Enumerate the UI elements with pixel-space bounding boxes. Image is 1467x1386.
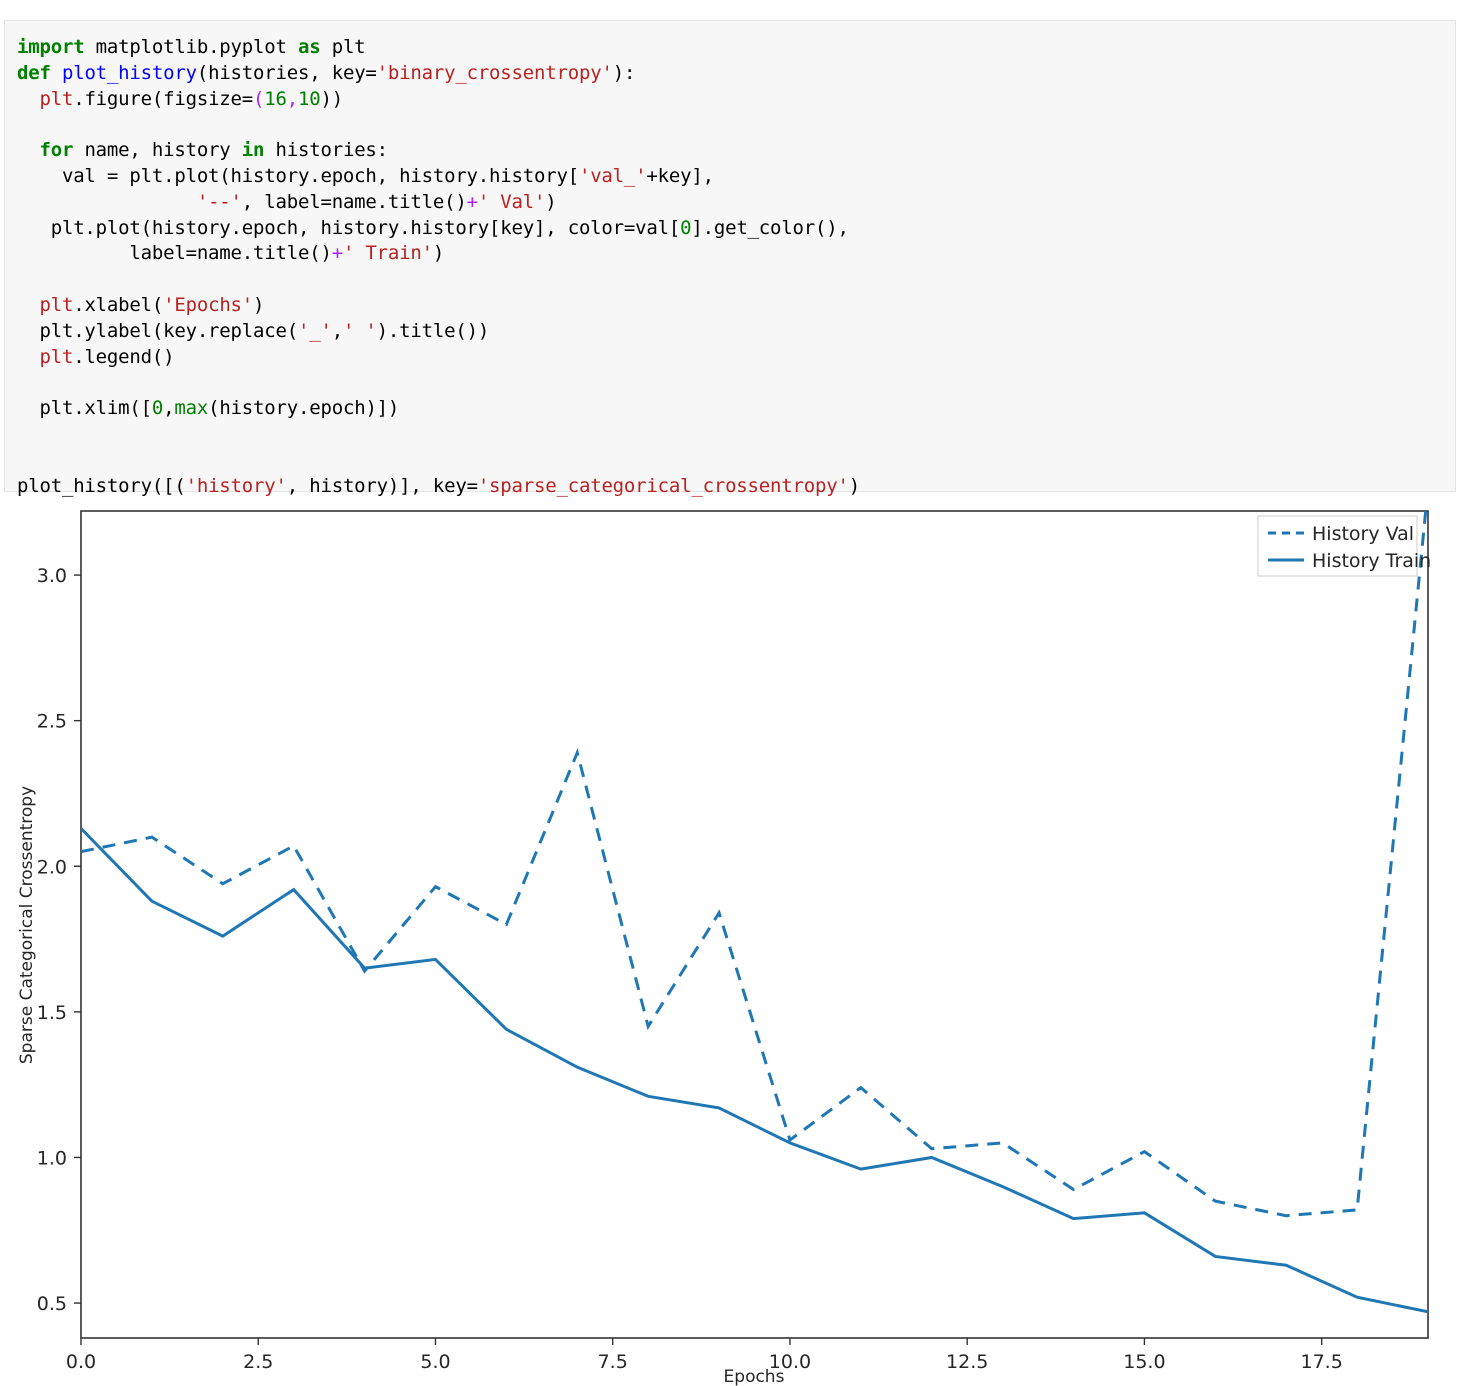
code-token: plt [39,293,74,316]
code-token: 16 [264,87,287,110]
y-axis-label: Sparse Categorical Crossentropy [17,786,37,1064]
x-tick-label: 12.5 [946,1351,988,1373]
code-token: +key], [646,164,714,187]
code-token: ' Val' [477,190,546,213]
x-axis-label: Epochs [724,1367,785,1386]
y-tick-label: 2.0 [37,856,67,878]
line-chart: 0.0 2.5 5.0 7.5 10.0 12.5 15.0 17.5 0.51.01.52.… [17,510,1431,1386]
plot-frame [80,510,1429,1339]
x-tick-label: 15.0 [1123,1351,1165,1373]
code-token: ].get_color(), [691,216,849,239]
code-token: plot_history [61,61,197,84]
code-token: plt.ylabel(key.replace( [17,319,298,342]
code-token: as [297,36,321,58]
code-token: '_' [297,319,332,342]
code-source-text[interactable]: import matplotlib.pyplot as plt def plot… [17,35,1455,499]
x-tick-label: 0.0 [66,1351,96,1373]
x-tick-label: 7.5 [598,1351,628,1373]
legend-label-history-val: History Val [1312,523,1414,545]
code-token: 'sparse_categorical_crossentropy' [477,474,849,497]
y-tick-label: 1.0 [37,1147,67,1169]
code-token: ) [848,474,860,497]
code-token: ) [545,190,557,213]
y-tick-label: 2.5 [37,711,67,733]
code-token: import [17,36,85,58]
code-token: '--' [196,190,242,213]
code-token: label=name.title() [17,242,332,265]
code-token: 'binary_crossentropy' [376,61,613,84]
code-token: )) [320,87,344,110]
notebook-output-page: import matplotlib.pyplot as plt def plot… [0,0,1467,1386]
legend-label-history-train: History Train [1312,550,1431,572]
code-token: , [286,87,299,110]
y-axis-ticks: 0.5 1.0 1.5 2.0 2.5 3.0 [37,565,81,1315]
code-token: 10 [298,87,321,110]
code-token: 'val_' [578,164,647,187]
matplotlib-figure: 0.0 2.5 5.0 7.5 10.0 12.5 15.0 17.5 0.5 1.0 1.5 2.… [0,498,1467,1386]
code-token: , history)], key= [286,474,478,497]
code-cell[interactable]: import matplotlib.pyplot as plt def plot… [4,20,1456,497]
code-token: .figure(figsize= [73,87,254,110]
code-token: 'Epochs' [163,293,254,316]
code-token: ( [253,87,265,110]
code-token: name, history [73,139,242,162]
code-token: ): [612,61,636,84]
x-tick-label: 17.5 [1301,1351,1343,1373]
code-token: (histories, key= [196,61,377,84]
code-token: , label=name.title() [241,190,467,213]
code-token: plt.xlim([ [17,397,152,420]
code-token: val = plt.plot(history.epoch, history.hi… [17,164,579,187]
x-tick-label: 5.0 [420,1351,450,1373]
code-token: 0 [151,397,164,420]
chart-legend[interactable]: History Val History Train [1257,515,1431,577]
code-token: max [174,397,209,420]
code-token: + [466,190,478,213]
code-token: ' ' [342,319,377,342]
code-token: def [17,61,51,84]
x-axis-ticks: 0.0 2.5 5.0 7.5 10.0 12.5 15.0 17.5 [66,1338,1343,1373]
code-token: , [331,319,343,342]
code-token: in [241,139,265,162]
y-tick-label: 0.5 [37,1293,67,1315]
x-tick-label: 2.5 [243,1351,273,1373]
code-token: 0 [680,216,692,239]
code-token: plt.plot(history.epoch, history.history[… [17,216,681,239]
code-token: plt [39,87,74,110]
code-token: plot_history([( [17,474,186,497]
y-tick-label: 3.0 [37,565,67,587]
code-token: histories: [264,139,389,162]
code-token: plt [39,345,74,368]
code-token: , [163,397,175,420]
code-token: .xlabel( [73,293,164,316]
code-token: (history.epoch)]) [208,397,400,420]
code-token: for [39,139,74,162]
code-token: ) [432,242,445,265]
code-token: matplotlib.pyplot [84,36,298,58]
code-token: 'history' [185,474,287,497]
code-token: ) [253,293,265,316]
code-token: plt [320,36,366,58]
code-token: ).title()) [376,319,490,342]
code-token: + [331,242,343,265]
code-token: .legend() [73,345,175,368]
y-tick-label: 1.5 [37,1002,67,1024]
code-token: ' Train' [342,242,433,265]
